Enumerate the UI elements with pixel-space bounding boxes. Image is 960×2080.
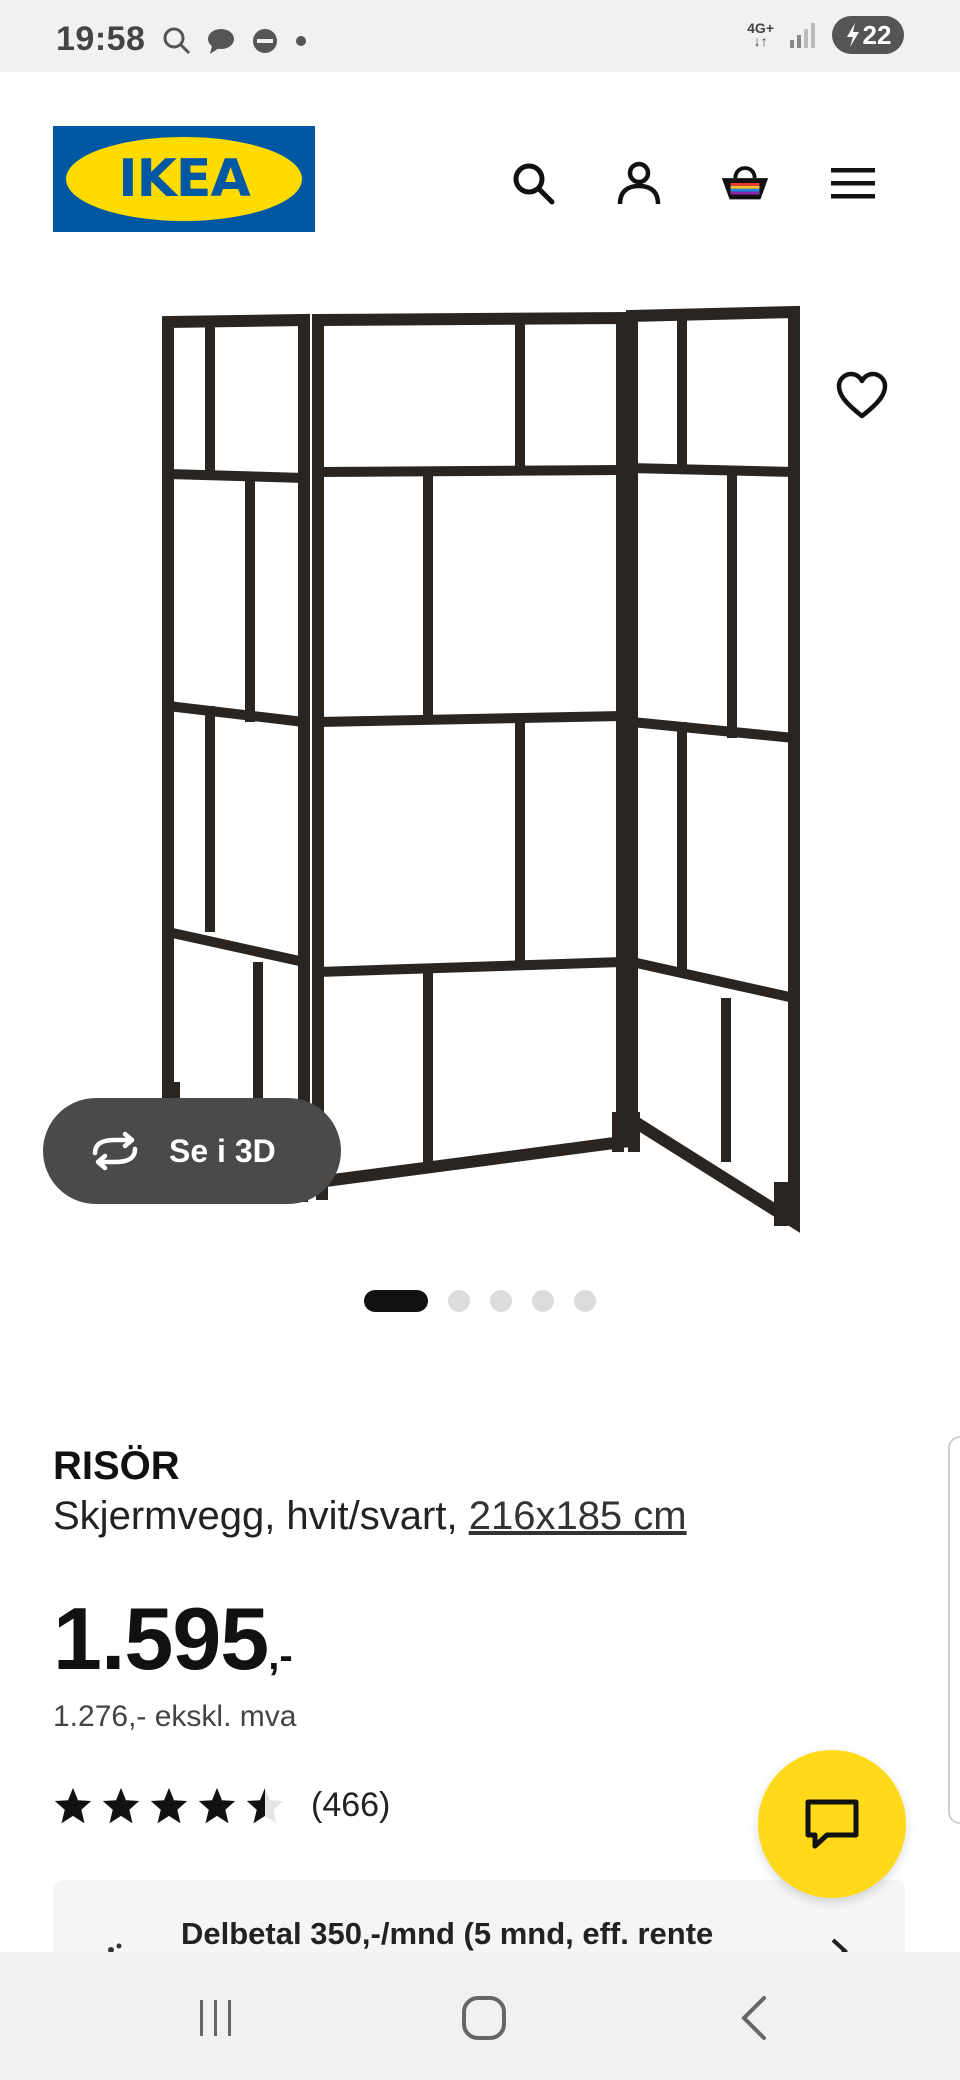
status-system-icons: 4G+ ↓↑ 22 — [747, 16, 904, 54]
recent-apps-icon — [200, 2000, 231, 2036]
star-full-icon — [198, 1787, 236, 1823]
carousel-dot-2[interactable] — [448, 1290, 470, 1312]
product-rating[interactable]: (466) — [53, 1786, 390, 1825]
image-carousel-indicator — [0, 1290, 960, 1312]
chat-button[interactable] — [758, 1750, 906, 1898]
product-type: Skjermvegg, hvit/svart, — [53, 1494, 458, 1538]
account-icon — [617, 161, 661, 205]
rotate-3d-icon — [92, 1131, 138, 1171]
carousel-dot-4[interactable] — [532, 1290, 554, 1312]
system-navigation-bar — [0, 1952, 960, 2080]
home-icon — [462, 1996, 506, 2040]
app-notification-icon — [253, 29, 277, 53]
product-name: RISÖR — [53, 1444, 180, 1488]
account-button[interactable] — [612, 156, 666, 210]
price-suffix: ,- — [268, 1634, 293, 1678]
product-size-link[interactable]: 216x185 cm — [469, 1494, 687, 1538]
recent-apps-button[interactable] — [184, 1986, 248, 2050]
menu-icon — [831, 168, 875, 199]
chat-notification-icon — [208, 29, 234, 54]
installment-text: Delbetal 350,-/mnd (5 mnd, eff. rente — [181, 1916, 714, 1951]
home-button[interactable] — [452, 1986, 516, 2050]
star-half-icon — [246, 1787, 284, 1823]
charging-icon — [846, 23, 859, 47]
price-value: 1.595 — [53, 1589, 269, 1688]
rating-stars — [53, 1787, 285, 1825]
star-full-icon — [102, 1787, 140, 1823]
battery-indicator: 22 — [832, 16, 904, 54]
rating-count: (466) — [311, 1786, 391, 1824]
carousel-dot-1[interactable] — [364, 1290, 428, 1312]
site-header: IKEA — [0, 72, 960, 282]
more-notifications-icon — [296, 36, 306, 46]
chat-icon — [805, 1799, 859, 1849]
status-notification-icons — [162, 26, 308, 56]
status-time: 19:58 — [56, 20, 146, 58]
star-full-icon — [54, 1787, 92, 1823]
cart-icon — [721, 166, 769, 200]
carousel-dot-5[interactable] — [574, 1290, 596, 1312]
heart-icon — [836, 371, 888, 419]
status-bar: 19:58 4G+ ↓↑ 22 — [0, 0, 960, 72]
back-button[interactable] — [722, 1986, 786, 2050]
signal-icon — [790, 23, 815, 48]
ikea-logo[interactable]: IKEA — [53, 126, 315, 232]
star-full-icon — [150, 1787, 188, 1823]
favorite-button[interactable] — [834, 368, 890, 424]
carousel-dot-3[interactable] — [490, 1290, 512, 1312]
network-type: 4G+ ↓↑ — [747, 20, 774, 49]
search-icon — [513, 163, 555, 205]
price-excl-vat: 1.276,- ekskl. mva — [53, 1700, 297, 1733]
view-3d-button[interactable]: Se i 3D — [43, 1098, 341, 1204]
view-3d-label: Se i 3D — [169, 1132, 276, 1169]
product-description: Skjermvegg, hvit/svart, 216x185 cm — [53, 1494, 687, 1539]
cart-button[interactable] — [718, 156, 772, 210]
search-notification-icon — [163, 27, 191, 55]
menu-button[interactable] — [826, 156, 880, 210]
side-panel-handle[interactable] — [948, 1436, 960, 1824]
logo-text: IKEA — [66, 137, 302, 221]
search-button[interactable] — [506, 156, 560, 210]
product-price: 1.595 ,- — [53, 1588, 293, 1690]
back-icon — [741, 1996, 766, 2040]
